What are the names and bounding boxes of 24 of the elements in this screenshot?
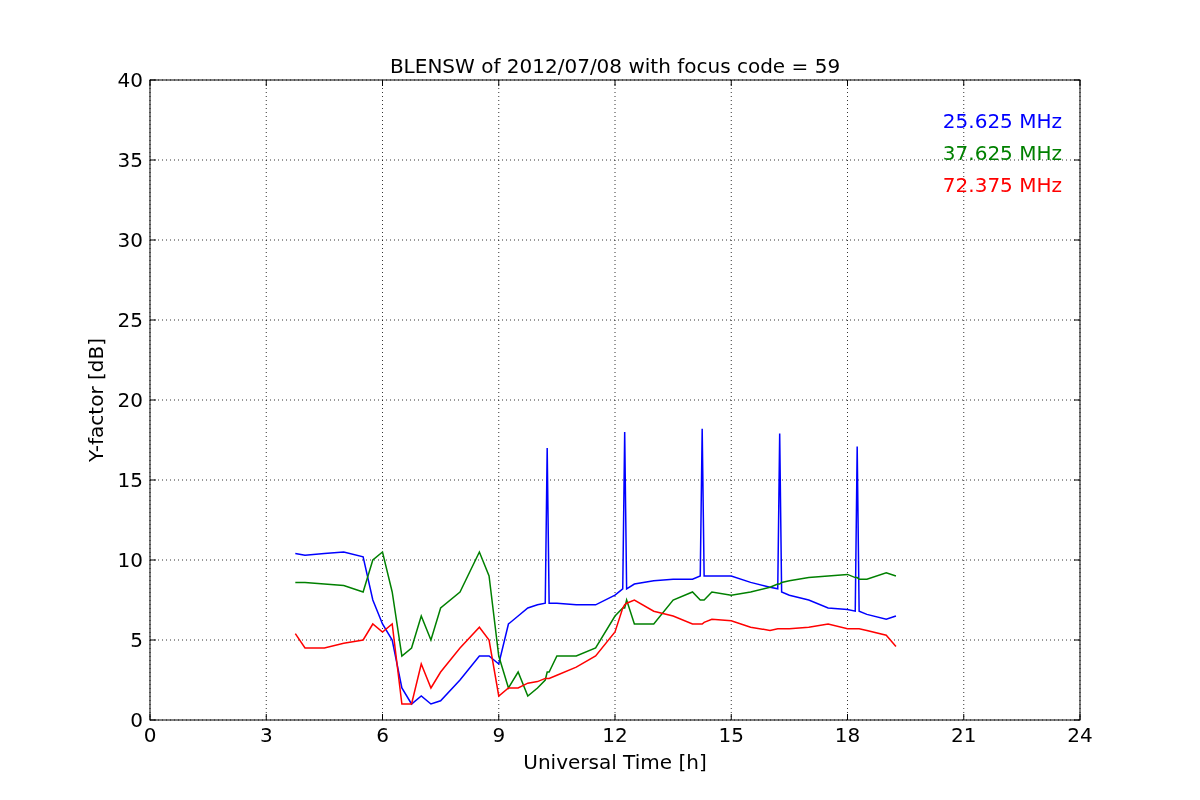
y-tick-label: 20 [117, 388, 143, 412]
y-tick-label: 30 [117, 228, 143, 252]
x-axis-label: Universal Time [h] [523, 750, 707, 774]
legend-label: 25.625 MHz [942, 109, 1062, 133]
x-tick-label: 3 [259, 723, 273, 747]
x-tick-label: 18 [834, 723, 861, 747]
y-tick-label: 35 [117, 148, 143, 172]
legend-label: 72.375 MHz [942, 173, 1062, 197]
x-tick-label: 9 [492, 723, 506, 747]
y-tick-label: 0 [130, 708, 143, 732]
x-tick-label: 6 [376, 723, 389, 747]
x-tick-label: 12 [602, 723, 628, 747]
y-tick-label: 25 [117, 308, 143, 332]
chart-title: BLENSW of 2012/07/08 with focus code = 59 [389, 54, 841, 78]
x-tick-label: 24 [1067, 723, 1093, 747]
y-tick-label: 5 [130, 628, 143, 652]
y-tick-label: 10 [117, 548, 143, 572]
x-tick-label: 0 [143, 723, 157, 747]
legend-label: 37.625 MHz [942, 141, 1062, 165]
y-tick-label: 40 [117, 68, 143, 92]
x-tick-label: 21 [951, 723, 977, 747]
y-tick-label: 15 [117, 468, 143, 492]
x-tick-label: 15 [718, 723, 744, 747]
y-axis-label: Y-factor [dB] [84, 338, 108, 462]
